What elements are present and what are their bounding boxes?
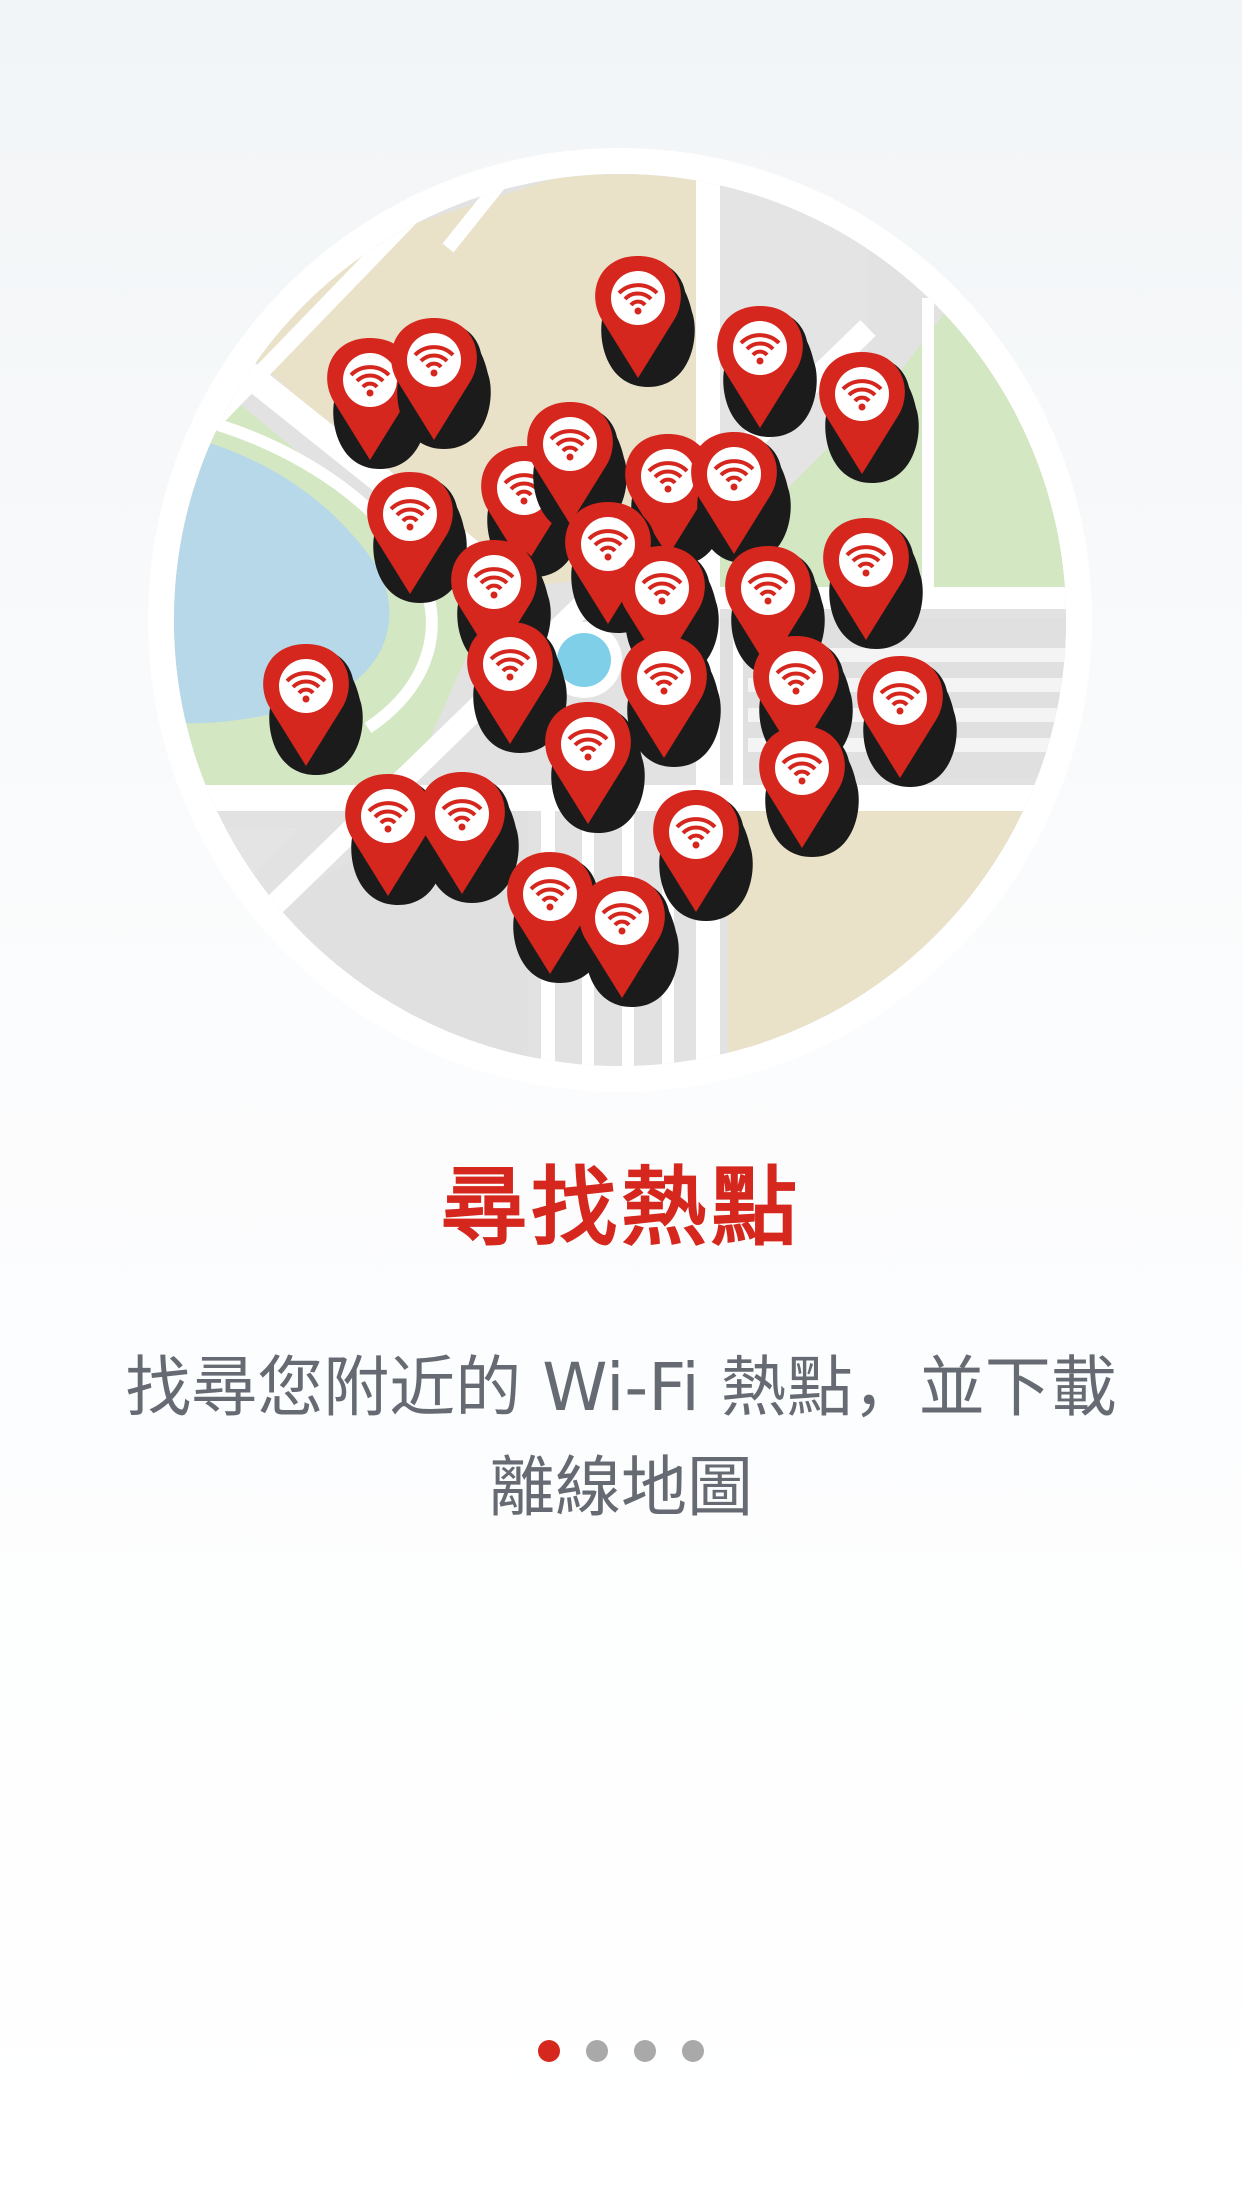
page-title: 尋找熱點: [441, 1158, 801, 1258]
onboarding-screen: 尋找熱點 找尋您附近的 Wi-Fi 熱點，並下載離線地圖: [0, 0, 1242, 2208]
page-dot-3[interactable]: [634, 2040, 656, 2062]
page-dot-2[interactable]: [586, 2040, 608, 2062]
page-description: 找尋您附近的 Wi-Fi 熱點，並下載離線地圖: [125, 1349, 1117, 1526]
page-dot-4[interactable]: [682, 2040, 704, 2062]
page-dot-1[interactable]: [538, 2040, 560, 2062]
wifi-hotspot-map-icon: [148, 148, 1092, 1092]
page-indicator: [0, 2040, 1242, 2068]
